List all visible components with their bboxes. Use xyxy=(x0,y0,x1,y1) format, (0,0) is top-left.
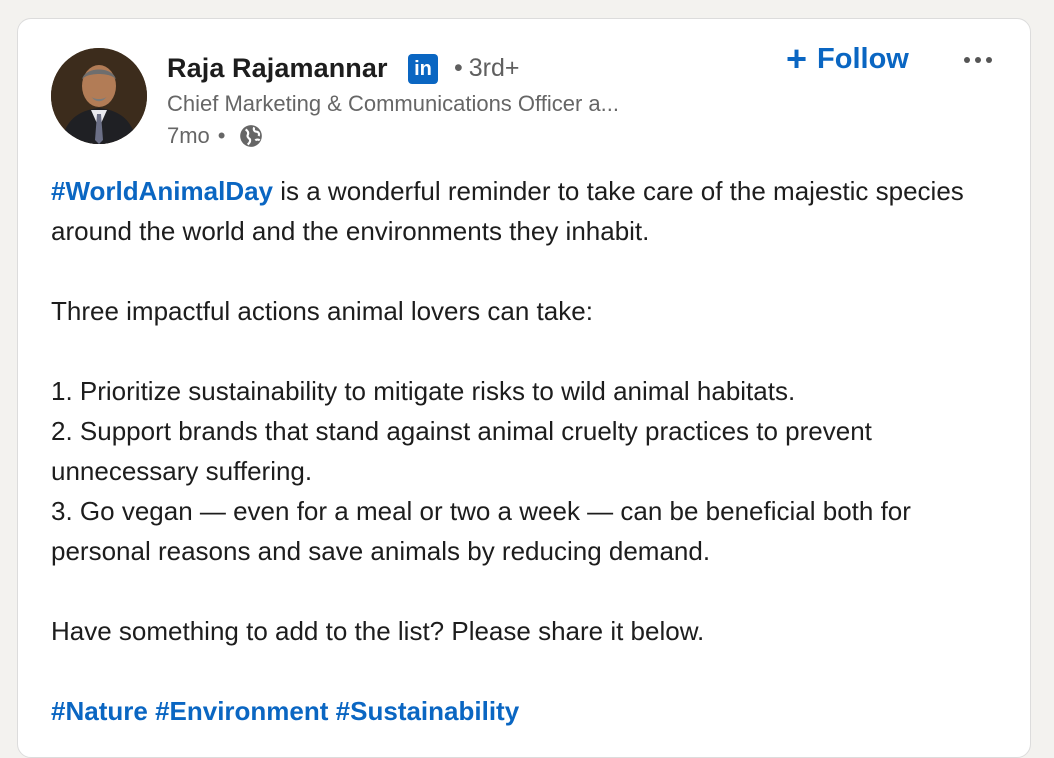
linkedin-premium-icon: in xyxy=(408,54,438,84)
meta-separator: • xyxy=(217,123,226,148)
post-body: #WorldAnimalDay is a wonderful reminder … xyxy=(51,171,1001,731)
post-time[interactable]: 7mo xyxy=(167,123,210,149)
post-list-item-1: 1. Prioritize sustainability to mitigate… xyxy=(51,376,796,406)
author-avatar[interactable] xyxy=(51,48,147,144)
more-options-icon[interactable] xyxy=(958,45,998,75)
hashtag-environment[interactable]: #Environment xyxy=(155,696,328,726)
hashtag-sustainability[interactable]: #Sustainability xyxy=(336,696,520,726)
plus-icon: + xyxy=(786,38,808,79)
connection-degree: • 3rd+ xyxy=(454,54,520,83)
more-dot xyxy=(986,57,992,63)
author-name[interactable]: Raja Rajamannar xyxy=(167,53,388,84)
post-paragraph-1: #WorldAnimalDay is a wonderful reminder … xyxy=(51,171,1001,251)
post-meta: 7mo • xyxy=(167,123,264,149)
post-hashtags: #Nature #Environment #Sustainability xyxy=(51,691,1001,731)
post-cta: Have something to add to the list? Pleas… xyxy=(51,616,705,646)
follow-label: Follow xyxy=(817,42,909,75)
post-list-item-2: 2. Support brands that stand against ani… xyxy=(51,416,872,486)
post-list-item-3: 3. Go vegan — even for a meal or two a w… xyxy=(51,496,911,566)
hashtag-worldanimalday[interactable]: #WorldAnimalDay xyxy=(51,176,273,206)
hashtag-nature[interactable]: #Nature xyxy=(51,696,148,726)
degree-separator: • xyxy=(454,54,463,82)
post-intro: Three impactful actions animal lovers ca… xyxy=(51,296,593,326)
more-dot xyxy=(964,57,970,63)
degree-label: 3rd+ xyxy=(468,54,520,82)
author-headline[interactable]: Chief Marketing & Communications Officer… xyxy=(167,91,619,117)
globe-icon xyxy=(239,125,262,147)
follow-button[interactable]: + Follow xyxy=(786,41,909,77)
more-dot xyxy=(975,57,981,63)
post-card: Raja Rajamannar in • 3rd+ Chief Marketing… xyxy=(17,18,1031,758)
